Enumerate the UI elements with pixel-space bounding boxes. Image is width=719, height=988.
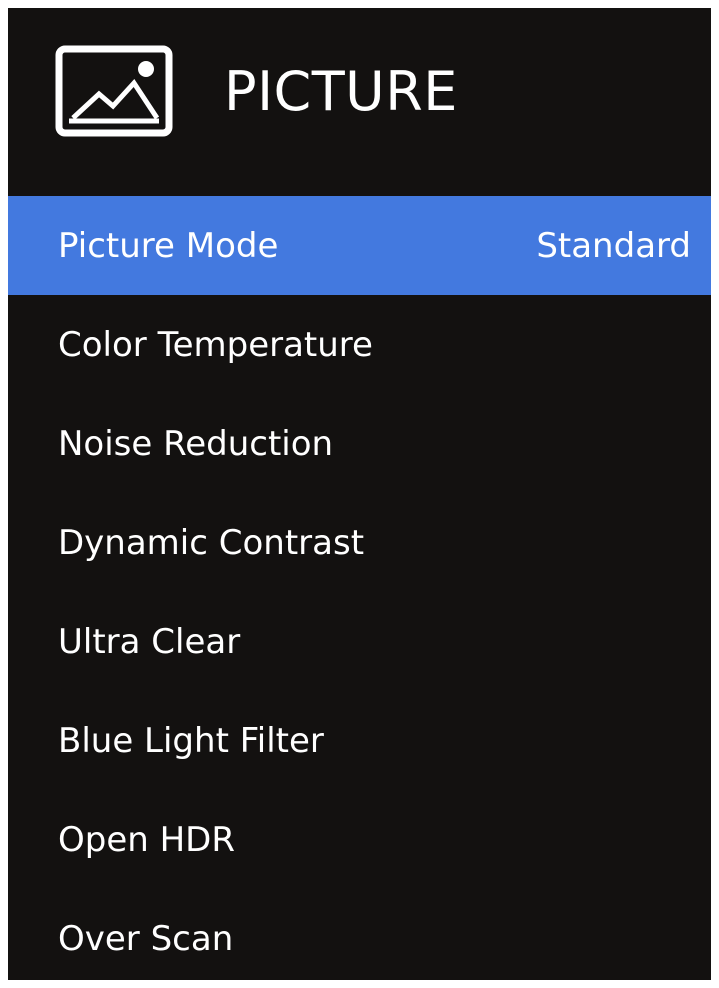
menu-item-dynamic-contrast[interactable]: Dynamic Contrast [8,493,711,592]
menu-item-open-hdr[interactable]: Open HDR [8,790,711,889]
menu-item-label: Open HDR [58,819,235,860]
page-title: PICTURE [224,60,458,123]
menu-item-label: Ultra Clear [58,621,241,662]
menu-item-label: Over Scan [58,918,234,959]
menu-item-label: Blue Light Filter [58,720,324,761]
menu-item-over-scan[interactable]: Over Scan [8,889,711,980]
menu-item-ultra-clear[interactable]: Ultra Clear [8,592,711,691]
menu-item-label: Noise Reduction [58,423,334,464]
menu-item-label: Color Temperature [58,324,373,365]
picture-settings-panel: PICTURE Picture Mode Standard Color Temp… [8,8,711,980]
menu-item-label: Picture Mode [58,225,279,266]
menu-item-color-temperature[interactable]: Color Temperature [8,295,711,394]
settings-menu: Picture Mode Standard Color Temperature … [8,196,711,980]
menu-header: PICTURE [8,8,711,196]
menu-item-label: Dynamic Contrast [58,522,365,563]
picture-icon [55,45,173,137]
menu-item-noise-reduction[interactable]: Noise Reduction [8,394,711,493]
menu-item-picture-mode[interactable]: Picture Mode Standard [8,196,711,295]
menu-item-value: Standard [536,225,691,266]
menu-item-blue-light-filter[interactable]: Blue Light Filter [8,691,711,790]
